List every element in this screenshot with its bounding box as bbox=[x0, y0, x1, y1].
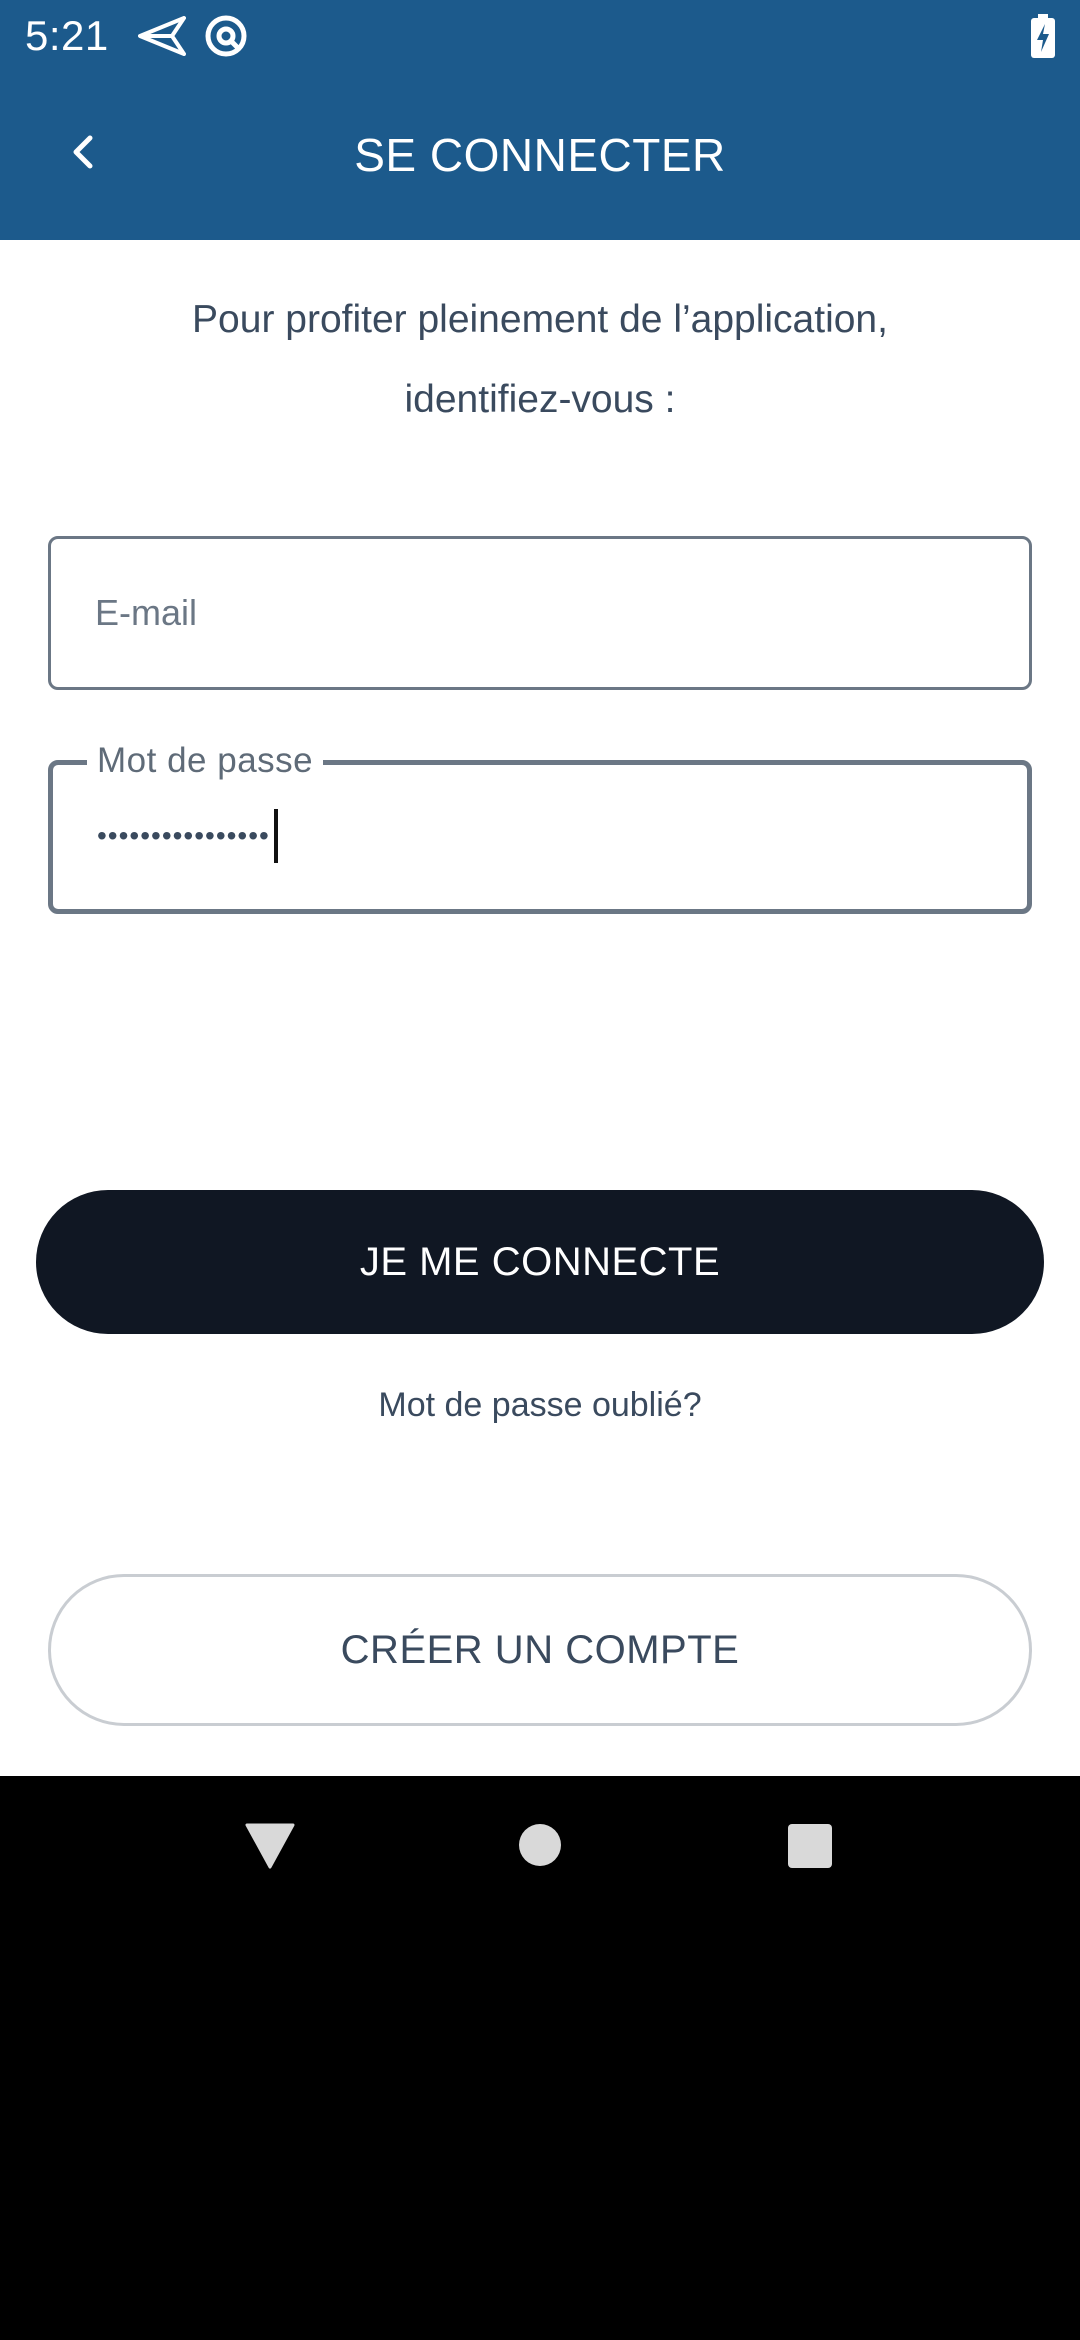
login-form: Pour profiter pleinement de l’applicatio… bbox=[0, 240, 1080, 1776]
at-sign-icon bbox=[205, 15, 247, 57]
send-icon bbox=[138, 16, 186, 56]
text-cursor bbox=[273, 809, 278, 863]
page-title: SE CONNECTER bbox=[354, 129, 726, 181]
create-account-button[interactable]: CRÉER UN COMPTE bbox=[48, 1574, 1032, 1726]
password-input[interactable]: •••••••••••••••• bbox=[97, 801, 278, 871]
password-masked-value: •••••••••••••••• bbox=[97, 820, 270, 851]
password-label: Mot de passe bbox=[87, 739, 324, 783]
password-field[interactable]: Mot de passe •••••••••••••••• bbox=[48, 739, 1032, 914]
back-triangle-icon[interactable] bbox=[245, 1823, 295, 1869]
home-circle-icon[interactable] bbox=[518, 1823, 562, 1867]
forgot-password-link[interactable]: Mot de passe oublié? bbox=[0, 1386, 1080, 1425]
intro-line-2: identifiez-vous : bbox=[404, 378, 676, 421]
login-button[interactable]: JE ME CONNECTE bbox=[36, 1190, 1044, 1334]
status-bar: 5:21 bbox=[0, 0, 1080, 72]
intro-text: Pour profiter pleinement de l’applicatio… bbox=[60, 280, 1020, 440]
email-field bbox=[48, 536, 1032, 690]
system-nav-bar bbox=[0, 1776, 1080, 1921]
recents-square-icon[interactable] bbox=[787, 1823, 833, 1869]
app-bar: SE CONNECTER bbox=[0, 72, 1080, 240]
status-time: 5:21 bbox=[25, 12, 109, 59]
email-input[interactable] bbox=[95, 539, 975, 687]
intro-line-1: Pour profiter pleinement de l’applicatio… bbox=[192, 298, 888, 341]
battery-charging-icon bbox=[1031, 14, 1055, 58]
